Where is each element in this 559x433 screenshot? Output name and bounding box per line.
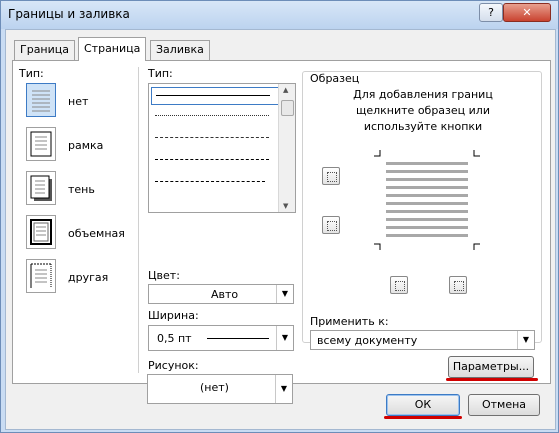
preview-hint-line: щелкните образец или	[356, 104, 490, 117]
top-border-icon	[327, 172, 337, 182]
setting-label: Тип:	[19, 67, 44, 80]
help-button[interactable]: ?	[479, 3, 503, 22]
line-style-dotted[interactable]	[155, 115, 269, 116]
color-label: Цвет:	[148, 269, 180, 282]
annotation-underline	[384, 416, 462, 419]
tab-shading[interactable]: Заливка	[150, 40, 210, 60]
left-border-icon	[395, 281, 405, 291]
ok-button[interactable]: ОК	[386, 394, 460, 416]
preview-hint: Для добавления границ щелкните образец и…	[308, 87, 538, 135]
column-divider	[138, 67, 139, 373]
dialog-body: Граница Страница Заливка Тип: нет рамка …	[5, 29, 556, 430]
borders-shading-dialog: Границы и заливка ? ✕ Граница Страница З…	[0, 0, 559, 433]
annotation-underline	[446, 378, 538, 381]
tab-page-border[interactable]: Страница	[78, 37, 147, 61]
setting-box-button[interactable]	[26, 127, 56, 161]
top-border-button[interactable]	[322, 167, 340, 185]
art-label: Рисунок:	[148, 359, 199, 372]
width-label: Ширина:	[148, 309, 199, 322]
preview-label: Образец	[308, 72, 362, 85]
setting-3d-icon	[30, 219, 52, 245]
setting-box-icon	[30, 131, 52, 157]
preview-hint-line: используйте кнопки	[363, 120, 483, 133]
setting-none-button[interactable]	[26, 83, 56, 117]
line-style-scrollbar[interactable]: ▲ ▼	[278, 84, 295, 212]
close-button[interactable]: ✕	[503, 3, 551, 22]
setting-custom-button[interactable]	[26, 259, 56, 293]
setting-box-label: рамка	[68, 139, 104, 152]
setting-shadow-button[interactable]	[26, 171, 56, 205]
color-value: Авто	[211, 288, 239, 301]
setting-3d-label: объемная	[68, 227, 125, 240]
right-border-button[interactable]	[449, 276, 467, 294]
line-style-selected[interactable]	[151, 87, 279, 105]
color-dropdown[interactable]: Авто ▼	[148, 284, 294, 304]
art-dropdown[interactable]: (нет) ▼	[147, 374, 293, 404]
line-style-dash-dot[interactable]	[155, 181, 265, 182]
bottom-border-icon	[327, 221, 337, 231]
scroll-thumb[interactable]	[281, 100, 294, 116]
apply-to-dropdown[interactable]: всему документу ▼	[310, 330, 535, 350]
window-title: Границы и заливка	[8, 7, 130, 21]
scroll-down-icon[interactable]: ▼	[283, 202, 288, 210]
setting-shadow-label: тень	[68, 183, 95, 196]
apply-to-value: всему документу	[317, 334, 418, 347]
line-style-dashed[interactable]	[155, 159, 269, 160]
setting-none-label: нет	[68, 95, 89, 108]
scroll-up-icon[interactable]: ▲	[283, 86, 288, 94]
cancel-button[interactable]: Отмена	[468, 394, 540, 416]
setting-3d-button[interactable]	[26, 215, 56, 249]
width-value: 0,5 пт	[157, 332, 192, 345]
line-style-dashed-small[interactable]	[155, 137, 269, 138]
line-style-list[interactable]: ▲ ▼	[148, 83, 296, 213]
width-sample-line	[207, 338, 269, 339]
options-button[interactable]: Параметры...	[448, 356, 534, 378]
art-value: (нет)	[200, 381, 229, 394]
setting-shadow-icon	[30, 175, 52, 201]
setting-none-icon	[32, 90, 50, 112]
title-bar: Границы и заливка ? ✕	[1, 1, 558, 29]
setting-custom-label: другая	[68, 271, 109, 284]
width-dropdown[interactable]: 0,5 пт ▼	[148, 325, 294, 351]
chevron-down-icon[interactable]: ▼	[517, 331, 534, 349]
chevron-down-icon[interactable]: ▼	[275, 375, 292, 403]
tab-borders[interactable]: Граница	[14, 40, 76, 60]
preview-page[interactable]	[372, 148, 482, 252]
right-border-icon	[454, 281, 464, 291]
chevron-down-icon[interactable]: ▼	[276, 285, 293, 303]
bottom-border-button[interactable]	[322, 216, 340, 234]
preview-page-icon	[374, 150, 480, 250]
left-border-button[interactable]	[390, 276, 408, 294]
chevron-down-icon[interactable]: ▼	[276, 326, 293, 350]
style-label: Тип:	[148, 67, 173, 80]
preview-hint-line: Для добавления границ	[353, 88, 493, 101]
line-style-solid	[156, 95, 270, 96]
apply-to-label: Применить к:	[310, 315, 389, 328]
setting-custom-icon	[30, 263, 52, 288]
